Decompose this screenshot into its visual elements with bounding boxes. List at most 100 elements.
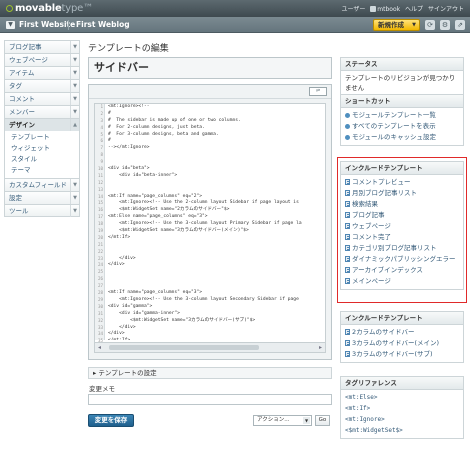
scroll-right-icon[interactable]: ▸ xyxy=(319,344,322,352)
editor-toolbar: ⇌ xyxy=(89,85,331,99)
nav-item-label: カスタムフィールド xyxy=(9,181,67,189)
line-number: 15 xyxy=(97,200,103,206)
expand-arrow-icon[interactable]: ▼ xyxy=(70,93,79,105)
current-website[interactable]: First Website xyxy=(19,20,75,29)
tag-reference-link[interactable]: <mt:Ignore> xyxy=(345,414,459,425)
save-changes-button[interactable]: 変更を保存 xyxy=(88,414,134,427)
nav-item-tools[interactable]: ツール ▼ xyxy=(4,204,80,217)
widget-title: ステータス xyxy=(341,58,463,71)
nav-item-design[interactable]: デザイン ▲ xyxy=(4,118,80,131)
line-number: 25 xyxy=(97,269,103,275)
code-line: --></mt:Ignore> xyxy=(108,145,150,151)
code-text[interactable]: <mt:Ignore><!-- # # The sidebar is made up… xyxy=(108,104,325,340)
line-number: 9 xyxy=(100,159,103,165)
expand-arrow-icon[interactable]: ▼ xyxy=(70,54,79,66)
shortcut-label: モジュールテンプレート一覧 xyxy=(352,111,436,119)
line-number: 18 xyxy=(97,221,103,227)
widget-sets-widget: インクルードテンプレート 2カラムのサイドバー 3カラムのサイドバー(メイン) 3カ… xyxy=(340,311,464,363)
line-number: 11 xyxy=(97,172,103,178)
nav-item-label: タグ xyxy=(9,82,22,90)
shortcut-label: モジュールのキャッシュ設定 xyxy=(352,133,437,141)
template-link[interactable]: 3カラムのサイドバー(メイン) xyxy=(345,338,459,349)
expand-arrow-icon[interactable]: ▼ xyxy=(70,67,79,79)
settings-icon[interactable]: ⚙ xyxy=(440,20,450,30)
nav-item-entries[interactable]: ブログ記事 ▼ xyxy=(4,40,80,53)
page-title: テンプレートの編集 xyxy=(88,44,169,54)
subnav-item-styles[interactable]: スタイル xyxy=(11,154,79,165)
code-line: </div> xyxy=(108,324,136,330)
shortcut-link[interactable]: すべてのテンプレートを表示 xyxy=(345,121,459,132)
expand-arrow-icon[interactable]: ▼ xyxy=(70,205,79,217)
sign-out-link[interactable]: サインアウト xyxy=(428,6,464,13)
template-link[interactable]: 2カラムのサイドバー xyxy=(345,327,459,338)
users-label[interactable]: ユーザー xyxy=(341,6,365,13)
nav-item-members[interactable]: メンバー ▼ xyxy=(4,105,80,118)
horizontal-scrollbar[interactable]: ◂ ▸ xyxy=(95,342,325,352)
tag-reference-link[interactable]: <$mt:WidgetSet$> xyxy=(345,425,459,436)
app-logo[interactable]: movabletype™ xyxy=(6,3,93,14)
refresh-icon[interactable]: ⟳ xyxy=(425,20,435,30)
go-button[interactable]: Go xyxy=(315,415,330,426)
code-line: <mt:Ignore><!-- Use the 3-column layout … xyxy=(108,296,299,302)
nav-item-label: ツール xyxy=(9,207,29,215)
nav-item-assets[interactable]: アイテム ▼ xyxy=(4,66,80,79)
widget-set-icon xyxy=(345,351,350,357)
subnav-item-templates[interactable]: テンプレート xyxy=(11,132,79,143)
change-memo-input[interactable] xyxy=(88,394,332,405)
expand-arrow-icon[interactable]: ▼ xyxy=(70,41,79,53)
line-number: 22 xyxy=(97,248,103,254)
site-chevron-down-icon[interactable]: ▼ xyxy=(6,21,15,29)
line-number: 29 xyxy=(97,296,103,302)
view-site-icon[interactable]: ⇗ xyxy=(455,20,465,30)
tag-reference-link[interactable]: <mt:If> xyxy=(345,403,459,414)
nav-item-pages[interactable]: ウェブページ ▼ xyxy=(4,53,80,66)
line-number: 2 xyxy=(100,110,103,116)
line-number-gutter: 1 2 3 4 5 6 7 8 9 10 11 12 13 14 15 16 17 18 19 20 21 22 23 24 2… xyxy=(95,104,105,343)
scrollbar-thumb[interactable] xyxy=(109,345,259,350)
collapse-arrow-icon[interactable]: ▲ xyxy=(70,119,79,131)
expand-arrow-icon[interactable]: ▼ xyxy=(70,192,79,204)
new-create-button[interactable]: 新規作成 ▼ xyxy=(373,19,420,31)
template-name-field[interactable]: サイドバー xyxy=(88,57,332,79)
expand-arrow-icon[interactable]: ▼ xyxy=(70,106,79,118)
username-link[interactable]: mtbook xyxy=(377,6,400,13)
line-number: 28 xyxy=(97,290,103,296)
shortcut-link[interactable]: モジュールのキャッシュ設定 xyxy=(345,132,459,143)
logo-main: movable xyxy=(15,3,62,14)
shortcut-link[interactable]: モジュールテンプレート一覧 xyxy=(345,110,459,121)
line-number: 13 xyxy=(97,186,103,192)
left-navigation: ブログ記事 ▼ ウェブページ ▼ アイテム ▼ タグ ▼ コメント ▼ メンバー ▼ デザイ… xyxy=(4,40,80,217)
current-blog[interactable]: First Weblog xyxy=(76,20,130,29)
nav-item-comments[interactable]: コメント ▼ xyxy=(4,92,80,105)
status-widget: ステータス テンプレートのリビジョンが見つかりません xyxy=(340,57,464,96)
action-select[interactable]: アクション... ▼ xyxy=(253,415,312,426)
template-link[interactable]: 3カラムのサイドバー(サブ) xyxy=(345,349,459,360)
nav-item-tags[interactable]: タグ ▼ xyxy=(4,79,80,92)
code-line: # For 2-column designs, just beta. xyxy=(108,124,205,130)
highlight-annotation xyxy=(337,157,467,303)
nav-item-settings[interactable]: 設定 ▼ xyxy=(4,191,80,204)
help-link[interactable]: ヘルプ xyxy=(405,6,423,13)
syntax-toggle-button[interactable]: ⇌ xyxy=(309,87,327,96)
nav-item-label: メンバー xyxy=(9,108,35,116)
scroll-left-icon[interactable]: ◂ xyxy=(98,344,101,352)
subnav-item-widgets[interactable]: ウィジェット xyxy=(11,143,79,154)
nav-item-label: ブログ記事 xyxy=(9,43,42,51)
line-number: 19 xyxy=(97,228,103,234)
expand-arrow-icon[interactable]: ▼ xyxy=(70,80,79,92)
status-text: テンプレートのリビジョンが見つかりません xyxy=(345,74,456,92)
subnav-item-themes[interactable]: テーマ xyxy=(11,165,79,176)
template-settings-toggle[interactable]: ▸ テンプレートの設定 xyxy=(88,367,332,379)
code-line: <div id="gamma-inner"> xyxy=(108,310,180,316)
code-area[interactable]: 1 2 3 4 5 6 7 8 9 10 11 12 13 14 15 16 17 18 19 20 21 22 23 24 2… xyxy=(94,103,326,353)
code-line: </div> xyxy=(108,262,125,268)
nav-item-custom-fields[interactable]: カスタムフィールド ▼ xyxy=(4,178,80,191)
expand-arrow-icon[interactable]: ▼ xyxy=(70,179,79,191)
divider xyxy=(68,20,69,30)
context-bar: ▼ First Website First Weblog 新規作成 ▼ ⟳ ⚙ ⇗ xyxy=(0,17,470,33)
logo-sub: type xyxy=(61,3,84,14)
tag-reference-link[interactable]: <mt:Else> xyxy=(345,392,459,403)
